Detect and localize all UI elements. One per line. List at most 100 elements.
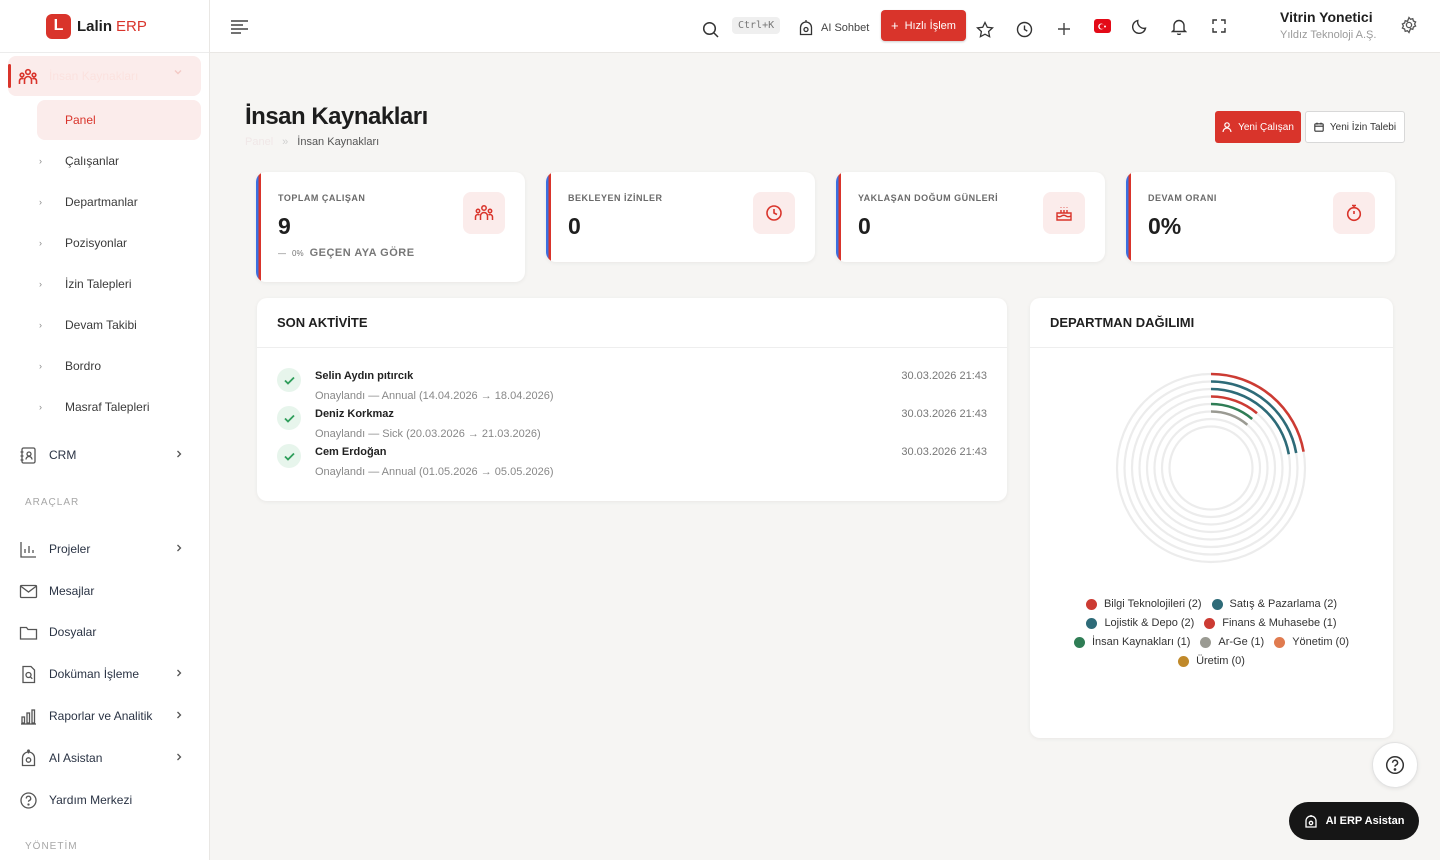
sidebar-item-ai-assistant[interactable]: AI Asistan: [18, 743, 192, 773]
legend-item[interactable]: Satış & Pazarlama (2): [1211, 598, 1337, 610]
legend-swatch: [1211, 598, 1223, 610]
sidebar-item-doc-processing[interactable]: Doküman İşleme: [18, 659, 192, 689]
sidebar-subitem-label: Bordro: [65, 359, 102, 373]
sidebar-item-files[interactable]: Dosyalar: [18, 617, 192, 647]
legend-item[interactable]: Yönetim (0): [1274, 636, 1349, 648]
sidebar-subitem-label: Panel: [65, 113, 96, 127]
legend-item[interactable]: Üretim (0): [1178, 655, 1245, 667]
sidebar-subitem-label: İzin Talepleri: [65, 277, 132, 291]
sidebar-subitem-panel[interactable]: Panel: [37, 100, 201, 140]
chevron-right-icon: [177, 544, 182, 552]
legend-item[interactable]: Finans & Muhasebe (1): [1204, 617, 1337, 629]
help-floating-button[interactable]: [1372, 742, 1418, 788]
activity-person: Cem Erdoğan: [315, 446, 387, 458]
sidebar-item-projects[interactable]: Projeler: [18, 534, 192, 564]
language-flag-icon[interactable]: [1094, 19, 1111, 33]
robot-icon: [1304, 815, 1317, 828]
chevron-right-icon: [177, 753, 182, 761]
gear-icon[interactable]: [1400, 16, 1418, 34]
moon-icon[interactable]: [1132, 18, 1148, 34]
check-circle-icon: [277, 368, 301, 392]
sidebar-subitem-employees[interactable]: › Çalışanlar: [37, 141, 201, 181]
radial-bar[interactable]: [1210, 387, 1291, 455]
department-distribution-card: DEPARTMAN DAĞILIMI Bilgi Teknolojileri (2…: [1030, 298, 1393, 738]
sidebar-subitem-departments[interactable]: › Departmanlar: [37, 182, 201, 222]
ai-erp-assistant-button[interactable]: AI ERP Asistan: [1289, 802, 1419, 840]
brand[interactable]: L Lalin ERP: [0, 0, 209, 53]
quick-action-button[interactable]: + Hızlı İşlem: [881, 10, 966, 41]
sidebar-item-label: AI Asistan: [49, 751, 103, 765]
legend-item[interactable]: Lojistik & Depo (2): [1086, 617, 1194, 629]
brand-name: Lalin: [77, 17, 113, 35]
cake-icon: [1043, 192, 1085, 234]
activity-person: Selin Aydın pıtırcık: [315, 370, 414, 382]
recent-activity-card: SON AKTİVİTE Selin Aydın pıtırcık Onayla…: [257, 298, 1007, 501]
kpi-trend-percent: 0%: [292, 248, 304, 258]
sidebar-item-messages[interactable]: Mesajlar: [18, 576, 192, 606]
activity-description: Onaylandı — Annual (14.04.2026 → 18.04.2…: [315, 390, 554, 402]
legend-item[interactable]: İnsan Kaynakları (1): [1074, 636, 1190, 648]
kpi-card-pending-leaves[interactable]: BEKLEYEN İZİNLER 0: [546, 172, 815, 262]
chevron-right-icon: ›: [39, 402, 42, 412]
legend-value: (1): [1250, 636, 1265, 648]
sidebar-item-crm[interactable]: CRM: [18, 440, 192, 470]
legend-item[interactable]: Bilgi Teknolojileri (2): [1085, 598, 1202, 610]
sidebar-subitem-attendance[interactable]: › Devam Takibi: [37, 305, 201, 345]
card-title: DEPARTMAN DAĞILIMI: [1030, 298, 1393, 348]
crescent-star-icon: [1098, 23, 1106, 29]
activity-timestamp: 30.03.2026 21:43: [901, 370, 987, 382]
legend-swatch: [1178, 655, 1190, 667]
star-icon[interactable]: [976, 21, 994, 39]
sidebar-item-hr[interactable]: İnsan Kaynakları: [8, 56, 201, 96]
legend-label: Ar-Ge: [1218, 636, 1248, 648]
chevron-right-icon: [177, 450, 182, 458]
user-name: Vitrin Yonetici: [1280, 9, 1373, 25]
legend-value: (2): [1180, 617, 1195, 629]
legend-item[interactable]: Ar-Ge (1): [1200, 636, 1264, 648]
history-icon[interactable]: [1016, 21, 1033, 38]
kpi-card-total-employees[interactable]: TOPLAM ÇALIŞAN 9 — 0% GEÇEN AYA GÖRE: [256, 172, 525, 282]
folder-icon: [18, 622, 38, 642]
legend-label: Üretim: [1196, 655, 1229, 667]
breadcrumb-root[interactable]: Panel: [245, 136, 273, 148]
activity-timestamp: 30.03.2026 21:43: [901, 446, 987, 458]
user-menu[interactable]: Vitrin Yonetici Yıldız Teknoloji A.Ş.: [1280, 9, 1376, 41]
activity-item[interactable]: Deniz Korkmaz Onaylandı — Sick (20.03.20…: [277, 406, 987, 444]
chevron-right-icon: ›: [39, 197, 42, 207]
search-shortcut: Ctrl+K: [732, 17, 781, 34]
legend-value: (2): [1188, 598, 1202, 610]
section-label-tools: ARAÇLAR: [25, 497, 80, 508]
sidebar: L Lalin ERP İnsan Kaynakları Panel › Çal…: [0, 0, 210, 860]
sidebar-item-reports[interactable]: Raporlar ve Analitik: [18, 701, 192, 731]
new-leave-request-button[interactable]: Yeni İzin Talebi: [1305, 111, 1405, 143]
chevron-right-icon: ›: [39, 156, 42, 166]
activity-item[interactable]: Cem Erdoğan Onaylandı — Annual (01.05.20…: [277, 444, 987, 482]
sidebar-subitem-positions[interactable]: › Pozisyonlar: [37, 223, 201, 263]
legend-swatch: [1204, 617, 1216, 629]
bell-icon[interactable]: [1171, 18, 1187, 35]
chevron-right-icon: ›: [39, 361, 42, 371]
new-employee-button[interactable]: Yeni Çalışan: [1215, 111, 1301, 143]
menu-toggle-icon[interactable]: [230, 18, 249, 34]
sidebar-subitem-label: Devam Takibi: [65, 318, 137, 332]
brand-suffix: ERP: [116, 17, 147, 35]
ai-chat-button[interactable]: AI Sohbet: [798, 19, 869, 36]
legend-label: Lojistik & Depo: [1104, 617, 1178, 629]
sidebar-item-help-center[interactable]: Yardım Merkezi: [18, 785, 192, 815]
fullscreen-icon[interactable]: [1212, 19, 1226, 33]
kpi-label: TOPLAM ÇALIŞAN: [278, 193, 366, 203]
activity-item[interactable]: Selin Aydın pıtırcık Onaylandı — Annual …: [277, 368, 987, 406]
sidebar-subitem-expenses[interactable]: › Masraf Talepleri: [37, 387, 201, 427]
legend-swatch: [1274, 636, 1286, 648]
kpi-card-upcoming-birthdays[interactable]: YAKLAŞAN DOĞUM GÜNLERİ 0: [836, 172, 1105, 262]
radial-track: [1145, 402, 1277, 534]
search-icon[interactable]: [702, 21, 719, 38]
sidebar-subitem-leave-requests[interactable]: › İzin Talepleri: [37, 264, 201, 304]
new-leave-request-label: Yeni İzin Talebi: [1329, 121, 1397, 133]
kpi-card-attendance-rate[interactable]: DEVAM ORANI 0%: [1126, 172, 1395, 262]
plus-icon[interactable]: [1057, 22, 1071, 36]
sidebar-subitem-payroll[interactable]: › Bordro: [37, 346, 201, 386]
bar-chart-icon: [18, 706, 38, 726]
ai-chat-label: AI Sohbet: [821, 21, 870, 34]
people-icon: [18, 68, 38, 84]
